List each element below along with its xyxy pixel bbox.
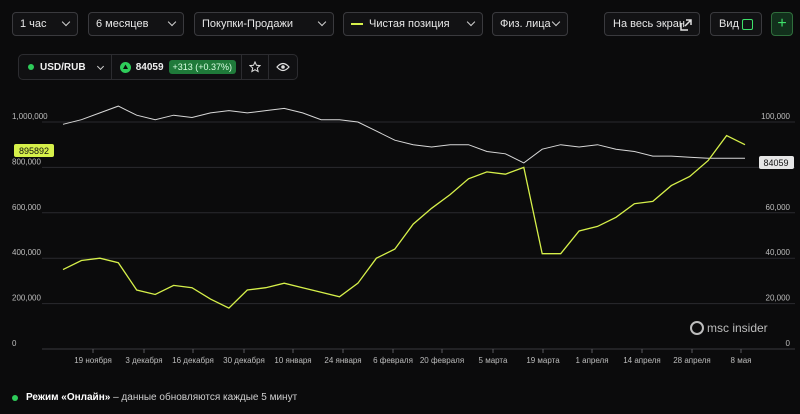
fullscreen-button[interactable]: На весь экран xyxy=(604,12,700,36)
grid xyxy=(42,121,795,350)
left-tick-label: 200,000 xyxy=(12,294,41,303)
chevron-down-icon xyxy=(317,17,327,27)
chevron-down-icon xyxy=(466,17,476,27)
metric-value: Покупки-Продажи xyxy=(202,18,293,30)
left-tick-label: 0 xyxy=(12,339,17,348)
left-tick-label: 1,000,000 xyxy=(12,112,48,121)
chart-svg: 0 200,000 400,000 600,000 800,000 1,000,000 0… xyxy=(12,105,795,365)
x-tick-label: 14 апреля xyxy=(623,356,661,365)
watermark-text: msc insider xyxy=(707,321,768,335)
online-dot-icon xyxy=(12,394,18,401)
x-tick-label: 28 апреля xyxy=(673,356,711,365)
eye-icon xyxy=(276,62,290,72)
chart-area: 0 200,000 400,000 600,000 800,000 1,000,000 0… xyxy=(0,84,800,374)
x-tick-label: 8 мая xyxy=(731,356,752,365)
visibility-button[interactable] xyxy=(269,55,297,79)
net-position-line xyxy=(62,134,746,309)
net-position-last-label: 895892 xyxy=(14,144,54,157)
x-tick-label: 30 декабря xyxy=(223,356,265,365)
mode-description: – данные обновляются каждые 5 минут xyxy=(110,392,298,403)
toolbar: 1 час 6 месяцев Покупки-Продажи Чистая п… xyxy=(0,0,800,48)
chevron-down-icon xyxy=(96,62,104,71)
interval-value: 1 час xyxy=(20,18,47,30)
metric-dropdown[interactable]: Покупки-Продажи xyxy=(194,12,334,36)
right-tick-label: 0 xyxy=(786,339,791,348)
right-tick-label: 100,000 xyxy=(761,112,790,121)
x-axis: 19 ноября 3 декабря 16 декабря 30 декабря 10… xyxy=(74,349,751,365)
right-tick-label: 20,000 xyxy=(766,294,791,303)
price-block: 84059 +313 (+0.37%) xyxy=(112,60,242,74)
chevron-down-icon xyxy=(551,17,561,27)
price-value: 84059 xyxy=(135,61,164,73)
right-tick-label: 60,000 xyxy=(766,203,791,212)
x-tick-label: 3 декабря xyxy=(125,356,162,365)
period-value: 6 месяцев xyxy=(96,18,149,30)
series-value: Чистая позиция xyxy=(369,18,450,30)
x-tick-label: 1 апреля xyxy=(575,356,608,365)
price-last-value: 84059 xyxy=(763,158,788,168)
chevron-down-icon xyxy=(61,17,71,27)
interval-dropdown[interactable]: 1 час xyxy=(12,12,78,36)
right-axis: 020,00040,00060,00080,000100,000 xyxy=(761,112,790,348)
series-dropdown[interactable]: Чистая позиция xyxy=(343,12,483,36)
price-last-label: 84059 xyxy=(759,156,794,169)
favorite-button[interactable] xyxy=(242,55,268,79)
expand-icon xyxy=(680,19,692,31)
x-tick-label: 19 марта xyxy=(526,356,560,365)
watermark: msc insider xyxy=(690,321,768,335)
x-tick-label: 5 марта xyxy=(479,356,508,365)
view-toggle-icon xyxy=(742,19,753,30)
x-tick-label: 24 января xyxy=(324,356,361,365)
fullscreen-label: На весь экран xyxy=(613,18,685,30)
net-position-last-value: 895892 xyxy=(19,146,49,156)
group-value: Физ. лица xyxy=(500,18,551,30)
mode-label: Режим «Онлайн» xyxy=(26,392,111,403)
add-button[interactable]: + xyxy=(771,12,793,36)
group-dropdown[interactable]: Физ. лица xyxy=(492,12,568,36)
plus-icon: + xyxy=(777,15,787,32)
right-tick-label: 40,000 xyxy=(766,248,791,257)
left-tick-label: 600,000 xyxy=(12,203,41,212)
status-dot-icon xyxy=(28,64,34,70)
x-tick-label: 10 января xyxy=(274,356,311,365)
period-dropdown[interactable]: 6 месяцев xyxy=(88,12,184,36)
x-tick-label: 6 февраля xyxy=(373,356,413,365)
change-badge: +313 (+0.37%) xyxy=(168,60,237,74)
trend-up-icon xyxy=(119,61,131,73)
symbol-selector[interactable]: USD/RUB xyxy=(19,55,111,79)
left-tick-label: 400,000 xyxy=(12,248,41,257)
series-swatch xyxy=(351,23,363,25)
msc-logo-icon xyxy=(690,321,704,335)
symbol-label: USD/RUB xyxy=(40,61,86,73)
price-line xyxy=(62,105,745,164)
view-label: Вид xyxy=(719,18,739,30)
x-tick-label: 16 декабря xyxy=(172,356,214,365)
chevron-down-icon xyxy=(167,17,177,27)
x-tick-label: 20 февраля xyxy=(420,356,464,365)
footer-status: Режим «Онлайн» – данные обновляются кажд… xyxy=(12,392,297,403)
ticker-bar: USD/RUB 84059 +313 (+0.37%) xyxy=(18,54,298,80)
left-tick-label: 800,000 xyxy=(12,157,41,166)
view-button[interactable]: Вид xyxy=(710,12,762,36)
x-tick-label: 19 ноября xyxy=(74,356,112,365)
star-icon xyxy=(249,61,262,73)
